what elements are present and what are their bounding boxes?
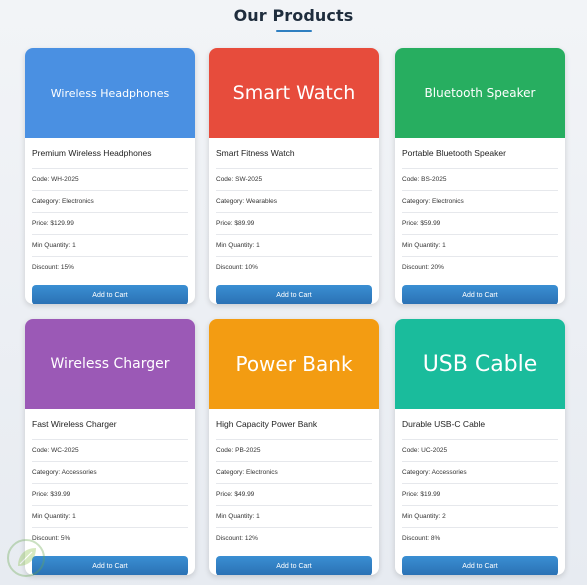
add-to-cart-button[interactable]: Add to Cart [402, 556, 558, 575]
product-banner: USB Cable [395, 319, 565, 409]
product-banner-title: Wireless Headphones [50, 86, 170, 100]
product-category: Category: Accessories [402, 462, 558, 484]
product-banner-title: Smart Watch [232, 82, 356, 104]
product-banner: Wireless Charger [25, 319, 195, 409]
product-category: Category: Electronics [32, 191, 188, 213]
product-code: Code: PB-2025 [216, 440, 372, 462]
product-banner-title: USB Cable [422, 351, 538, 377]
product-price: Price: $59.99 [402, 213, 558, 235]
product-code: Code: BS-2025 [402, 169, 558, 191]
product-code: Code: SW-2025 [216, 169, 372, 191]
product-banner: Wireless Headphones [25, 48, 195, 138]
product-card-wireless-headphones: Wireless Headphones Premium Wireless Hea… [25, 48, 195, 304]
add-to-cart-button[interactable]: Add to Cart [402, 285, 558, 304]
product-banner-title: Bluetooth Speaker [424, 86, 536, 100]
product-banner: Smart Watch [209, 48, 379, 138]
title-underline [276, 30, 312, 32]
add-to-cart-button[interactable]: Add to Cart [216, 285, 372, 304]
product-name: Premium Wireless Headphones [32, 138, 188, 169]
product-card-bluetooth-speaker: Bluetooth Speaker Portable Bluetooth Spe… [395, 48, 565, 304]
product-category: Category: Electronics [216, 462, 372, 484]
product-banner: Power Bank [209, 319, 379, 409]
product-name: Fast Wireless Charger [32, 409, 188, 440]
product-name: Portable Bluetooth Speaker [402, 138, 558, 169]
product-min-quantity: Min Quantity: 1 [32, 235, 188, 257]
product-min-quantity: Min Quantity: 1 [216, 506, 372, 528]
product-name: Durable USB-C Cable [402, 409, 558, 440]
product-banner-title: Wireless Charger [50, 356, 170, 372]
product-min-quantity: Min Quantity: 1 [32, 506, 188, 528]
product-discount: Discount: 10% [216, 264, 258, 271]
product-discount: Discount: 15% [32, 264, 74, 271]
add-to-cart-button[interactable]: Add to Cart [216, 556, 372, 575]
product-price: Price: $49.99 [216, 484, 372, 506]
product-discount: Discount: 12% [216, 535, 258, 542]
product-card-usb-cable: USB Cable Durable USB-C Cable Code: UC-2… [395, 319, 565, 575]
product-min-quantity: Min Quantity: 2 [402, 506, 558, 528]
product-card-wireless-charger: Wireless Charger Fast Wireless Charger C… [25, 319, 195, 575]
product-min-quantity: Min Quantity: 1 [402, 235, 558, 257]
product-category: Category: Wearables [216, 191, 372, 213]
product-card-power-bank: Power Bank High Capacity Power Bank Code… [209, 319, 379, 575]
product-discount: Discount: 8% [402, 535, 441, 542]
product-price: Price: $89.99 [216, 213, 372, 235]
product-name: High Capacity Power Bank [216, 409, 372, 440]
leaf-logo-icon [7, 539, 45, 577]
product-discount: Discount: 5% [32, 535, 71, 542]
product-name: Smart Fitness Watch [216, 138, 372, 169]
product-code: Code: UC-2025 [402, 440, 558, 462]
product-discount: Discount: 20% [402, 264, 444, 271]
product-code: Code: WH-2025 [32, 169, 188, 191]
product-category: Category: Accessories [32, 462, 188, 484]
product-category: Category: Electronics [402, 191, 558, 213]
product-banner-title: Power Bank [235, 352, 353, 376]
product-card-smart-watch: Smart Watch Smart Fitness Watch Code: SW… [209, 48, 379, 304]
product-price: Price: $39.99 [32, 484, 188, 506]
add-to-cart-button[interactable]: Add to Cart [32, 556, 188, 575]
page-title: Our Products [233, 6, 354, 25]
product-price: Price: $19.99 [402, 484, 558, 506]
product-min-quantity: Min Quantity: 1 [216, 235, 372, 257]
add-to-cart-button[interactable]: Add to Cart [32, 285, 188, 304]
product-price: Price: $129.99 [32, 213, 188, 235]
product-code: Code: WC-2025 [32, 440, 188, 462]
product-banner: Bluetooth Speaker [395, 48, 565, 138]
